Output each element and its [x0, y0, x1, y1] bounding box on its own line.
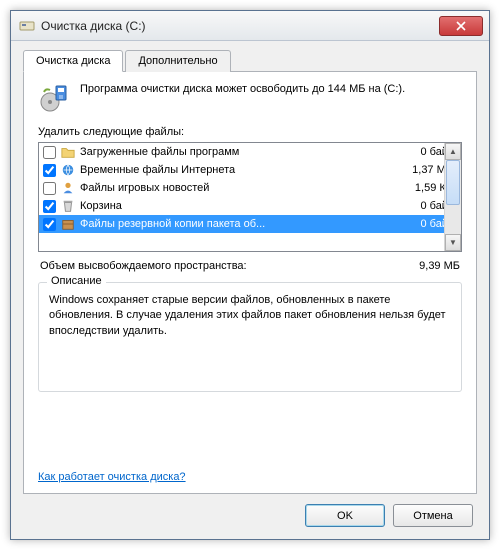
ie-icon [60, 162, 76, 178]
ok-button[interactable]: OK [305, 504, 385, 527]
file-checkbox[interactable] [43, 218, 56, 231]
news-icon [60, 180, 76, 196]
tabstrip: Очистка диска Дополнительно [23, 50, 477, 72]
delete-files-label: Удалить следующие файлы: [38, 126, 462, 138]
intro-text: Программа очистки диска может освободить… [80, 82, 405, 114]
intro-block: Программа очистки диска может освободить… [38, 82, 462, 114]
file-name: Временные файлы Интернета [80, 164, 389, 176]
file-name: Корзина [80, 200, 389, 212]
dialog-button-row: OK Отмена [23, 494, 477, 527]
tab-more-options[interactable]: Дополнительно [125, 50, 230, 72]
cancel-button[interactable]: Отмена [393, 504, 473, 527]
file-name: Файлы резервной копии пакета об... [80, 218, 389, 230]
files-listbox[interactable]: Загруженные файлы программ0 байтВременны… [38, 142, 462, 252]
file-name: Загруженные файлы программ [80, 146, 389, 158]
total-label: Объем высвобождаемого пространства: [40, 260, 247, 272]
how-it-works-link[interactable]: Как работает очистка диска? [38, 471, 462, 483]
file-row[interactable]: Загруженные файлы программ0 байт [39, 143, 461, 161]
package-icon [60, 216, 76, 232]
window-title: Очистка диска (C:) [41, 19, 439, 33]
description-title: Описание [47, 275, 106, 287]
description-text: Windows сохраняет старые версии файлов, … [49, 293, 451, 339]
total-value: 9,39 МБ [419, 260, 460, 272]
file-row[interactable]: Корзина0 байт [39, 197, 461, 215]
file-checkbox[interactable] [43, 146, 56, 159]
scrollbar[interactable]: ▲ ▼ [444, 143, 461, 251]
tab-cleanup[interactable]: Очистка диска [23, 50, 123, 72]
scroll-thumb[interactable] [446, 160, 460, 205]
file-name: Файлы игровых новостей [80, 182, 389, 194]
tab-panel-cleanup: Программа очистки диска может освободить… [23, 71, 477, 494]
file-row[interactable]: Файлы резервной копии пакета об...0 байт [39, 215, 461, 233]
file-checkbox[interactable] [43, 164, 56, 177]
folder-icon [60, 144, 76, 160]
disk-cleanup-large-icon [38, 82, 70, 114]
file-checkbox[interactable] [43, 200, 56, 213]
bin-icon [60, 198, 76, 214]
file-checkbox[interactable] [43, 182, 56, 195]
file-row[interactable]: Файлы игровых новостей1,59 КБ [39, 179, 461, 197]
total-row: Объем высвобождаемого пространства: 9,39… [40, 260, 460, 272]
file-row[interactable]: Временные файлы Интернета1,37 МБ [39, 161, 461, 179]
scroll-down-button[interactable]: ▼ [445, 234, 461, 251]
titlebar: Очистка диска (C:) [11, 11, 489, 41]
disk-cleanup-icon [19, 18, 35, 34]
dialog-window: Очистка диска (C:) Очистка диска Дополни… [10, 10, 490, 540]
scroll-track[interactable] [445, 160, 461, 234]
client-area: Очистка диска Дополнительно Программа оч… [11, 41, 489, 539]
close-button[interactable] [439, 16, 483, 36]
scroll-up-button[interactable]: ▲ [445, 143, 461, 160]
description-group: Описание Windows сохраняет старые версии… [38, 282, 462, 392]
